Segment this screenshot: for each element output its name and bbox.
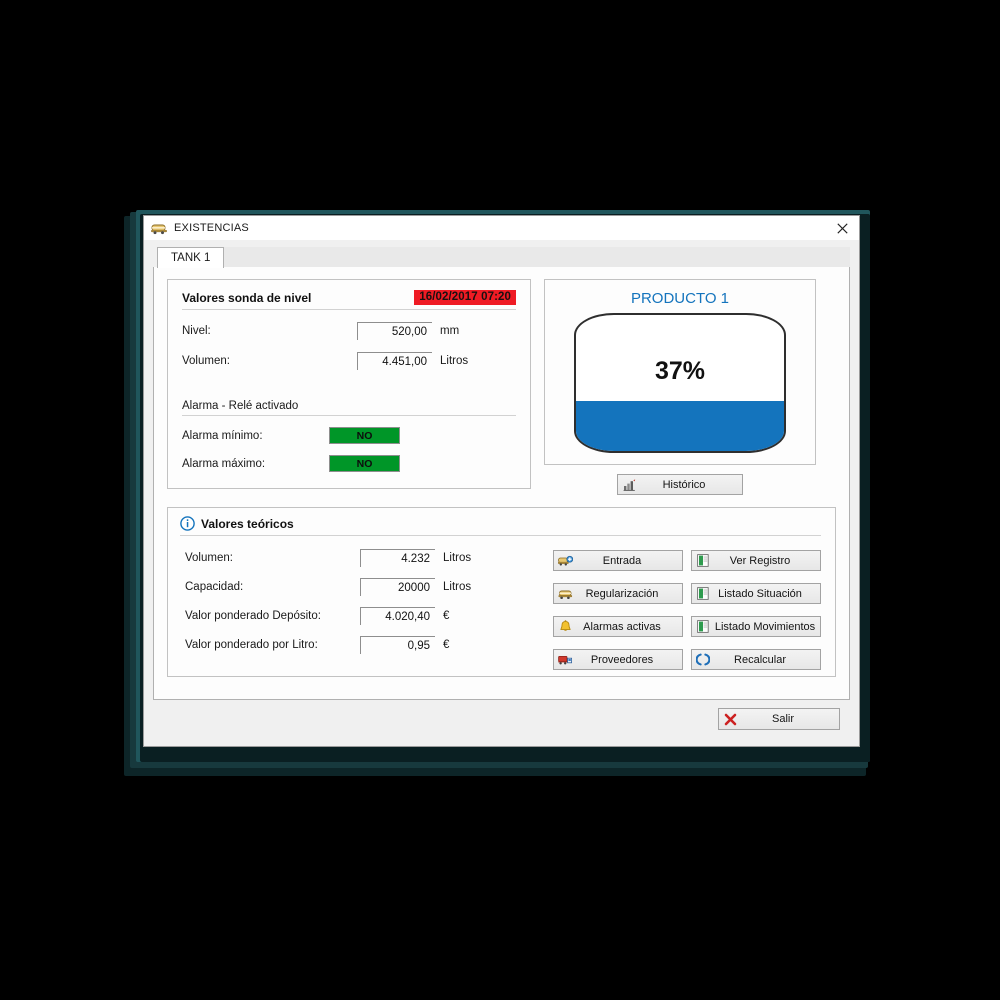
top-panels-row: Valores sonda de nivel 16/02/2017 07:20 …	[167, 279, 836, 495]
ver-registro-button[interactable]: Ver Registro	[691, 550, 821, 571]
alarm-row-maximo: Alarma máximo: NO	[182, 455, 516, 472]
tank-percent-label: 37%	[654, 357, 706, 385]
tab-page-tank-1: Valores sonda de nivel 16/02/2017 07:20 …	[153, 267, 850, 700]
tank-visualization-panel: PRODUCTO 1 37%	[544, 279, 816, 465]
theoretical-panel-header: Valores teóricos	[180, 516, 821, 536]
alarm-label-maximo: Alarma máximo:	[182, 457, 266, 470]
regularizacion-button[interactable]: Regularización	[553, 583, 683, 604]
regularizacion-button-label: Regularización	[585, 587, 659, 600]
window-titlebar[interactable]: EXISTENCIAS	[144, 216, 859, 240]
field-value-volumen[interactable]: 4.451,00	[357, 352, 432, 370]
field-row-nivel: Nivel: 520,00 mm	[182, 322, 516, 340]
listado-situacion-button-label: Listado Situación	[718, 587, 802, 600]
report-icon	[692, 617, 714, 636]
entrada-button[interactable]: Entrada	[553, 550, 683, 571]
proveedores-button[interactable]: Proveedores	[553, 649, 683, 670]
entrada-button-label: Entrada	[602, 554, 642, 567]
tab-tank-1[interactable]: TANK 1	[157, 247, 225, 268]
theo-unit-volumen: Litros	[443, 552, 472, 564]
field-unit-nivel: mm	[440, 325, 460, 337]
theo-label-capacidad: Capacidad:	[185, 581, 244, 593]
historico-button-label: Histórico	[662, 478, 706, 491]
alarmas-activas-button-label: Alarmas activas	[583, 620, 661, 633]
salir-button[interactable]: Salir	[718, 708, 840, 730]
supplier-truck-icon	[554, 650, 576, 669]
field-label-nivel: Nivel:	[182, 325, 211, 337]
theo-value-capacidad[interactable]: 20000	[360, 578, 435, 596]
truck-add-icon	[554, 551, 576, 570]
theo-unit-valor-litro: €	[443, 639, 450, 651]
theoretical-values-panel: Valores teóricos Volumen: 4.232 Litros C…	[167, 507, 836, 677]
product-name: PRODUCTO 1	[630, 290, 730, 307]
alarm-section-title: Alarma - Relé activado	[182, 400, 516, 416]
window-title: EXISTENCIAS	[174, 222, 249, 234]
screen-background: EXISTENCIAS TANK 1 Valores sonda de nive…	[0, 0, 1000, 1000]
theo-row-valor-deposito: Valor ponderado Depósito: 4.020,40 €	[185, 607, 540, 625]
field-value-nivel[interactable]: 520,00	[357, 322, 432, 340]
alarm-badge-maximo: NO	[329, 455, 400, 472]
red-x-icon	[719, 709, 741, 729]
tanker-truck-icon	[151, 222, 168, 235]
theoretical-panel-body: Volumen: 4.232 Litros Capacidad: 20000 L…	[180, 536, 821, 670]
window-client-area: TANK 1 Valores sonda de nivel 16/02/2017…	[144, 240, 859, 746]
tanker-truck-icon	[554, 584, 576, 603]
theo-unit-valor-deposito: €	[443, 610, 450, 622]
field-unit-volumen: Litros	[440, 355, 469, 367]
historico-button[interactable]: Histórico	[617, 474, 743, 495]
recalcular-button[interactable]: Recalcular	[691, 649, 821, 670]
alarmas-activas-button[interactable]: Alarmas activas	[553, 616, 683, 637]
listado-situacion-button[interactable]: Listado Situación	[691, 583, 821, 604]
recalcular-button-label: Recalcular	[734, 653, 786, 666]
probe-panel-header: Valores sonda de nivel 16/02/2017 07:20	[182, 290, 516, 310]
tank-gauge: 37%	[574, 313, 786, 453]
proveedores-button-label: Proveedores	[590, 653, 654, 666]
tab-label: TANK 1	[171, 252, 211, 264]
report-icon	[692, 584, 714, 603]
theoretical-fields: Volumen: 4.232 Litros Capacidad: 20000 L…	[180, 538, 540, 670]
info-icon	[180, 516, 195, 531]
tab-strip-filler	[224, 247, 850, 268]
ver-registro-button-label: Ver Registro	[729, 554, 791, 567]
bell-icon	[554, 617, 576, 636]
tab-strip: TANK 1	[157, 247, 850, 268]
theo-value-volumen[interactable]: 4.232	[360, 549, 435, 567]
theo-label-valor-deposito: Valor ponderado Depósito:	[185, 610, 321, 622]
salir-button-label: Salir	[771, 713, 794, 725]
theo-label-valor-litro: Valor ponderado por Litro:	[185, 639, 318, 651]
alarm-badge-minimo: NO	[329, 427, 400, 444]
alarm-row-minimo: Alarma mínimo: NO	[182, 427, 516, 444]
theo-unit-capacidad: Litros	[443, 581, 472, 593]
listado-movimientos-button-label: Listado Movimientos	[714, 620, 816, 633]
field-row-volumen: Volumen: 4.451,00 Litros	[182, 352, 516, 370]
probe-panel-title: Valores sonda de nivel	[182, 290, 312, 305]
tank-fill-level	[576, 400, 784, 451]
theo-row-volumen: Volumen: 4.232 Litros	[185, 549, 540, 567]
listado-movimientos-button[interactable]: Listado Movimientos	[691, 616, 821, 637]
probe-timestamp-badge: 16/02/2017 07:20	[414, 290, 516, 305]
field-label-volumen: Volumen:	[182, 355, 230, 367]
theo-label-volumen: Volumen:	[185, 552, 233, 564]
probe-values-panel: Valores sonda de nivel 16/02/2017 07:20 …	[167, 279, 531, 489]
theo-row-valor-litro: Valor ponderado por Litro: 0,95 €	[185, 636, 540, 654]
theo-row-capacidad: Capacidad: 20000 Litros	[185, 578, 540, 596]
existencias-window: EXISTENCIAS TANK 1 Valores sonda de nive…	[143, 215, 860, 747]
tank-column: PRODUCTO 1 37% Histórico	[544, 279, 816, 495]
action-buttons-grid: Entrada Ver Registro Regularización List…	[540, 538, 821, 670]
report-icon	[692, 551, 714, 570]
theoretical-panel-title: Valores teóricos	[201, 516, 294, 531]
alarm-label-minimo: Alarma mínimo:	[182, 429, 263, 442]
theo-value-valor-deposito[interactable]: 4.020,40	[360, 607, 435, 625]
window-footer: Salir	[153, 700, 850, 738]
close-icon[interactable]	[825, 216, 859, 240]
theo-value-valor-litro[interactable]: 0,95	[360, 636, 435, 654]
bar-chart-icon	[618, 475, 640, 494]
refresh-icon	[692, 650, 714, 669]
